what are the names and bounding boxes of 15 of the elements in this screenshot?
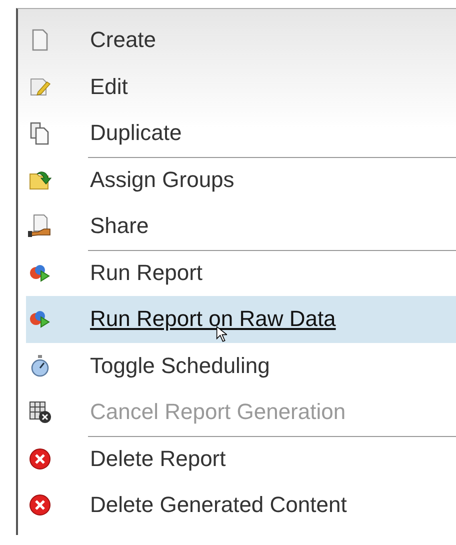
delete-icon (28, 493, 52, 518)
menu-item[interactable]: Delete Report (18, 436, 456, 482)
menu-item[interactable]: Duplicate (18, 110, 456, 156)
menu-item[interactable]: Edit (18, 64, 456, 110)
page-hand-icon (28, 214, 52, 238)
grid-cancel-icon (28, 400, 52, 424)
menu-item[interactable]: Create (18, 17, 456, 64)
menu-item[interactable]: Assign Groups (18, 156, 456, 203)
cursor-icon (216, 326, 227, 342)
menu-item[interactable]: Delete Generated Content (18, 482, 456, 528)
menu-item[interactable]: Run Report (18, 250, 456, 296)
menu-item[interactable]: Run Report on Raw Data (26, 296, 456, 342)
delete-icon (28, 446, 52, 471)
menu-item[interactable]: Share (18, 203, 456, 250)
menu-item[interactable]: Toggle Scheduling (18, 342, 456, 389)
